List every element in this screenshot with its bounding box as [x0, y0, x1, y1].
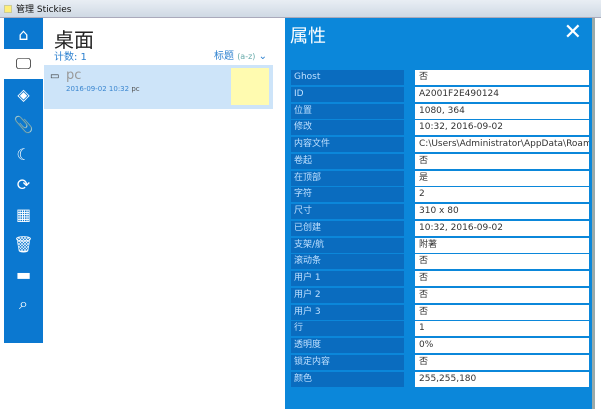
app-icon	[4, 4, 12, 13]
title-bar: 管理 Stickies	[0, 0, 601, 18]
property-row: 用户 2 否	[291, 287, 589, 303]
note-name: pc	[66, 68, 82, 83]
attachment-icon: 📎	[13, 114, 34, 134]
property-label: 在顶部	[291, 170, 404, 186]
property-value[interactable]: 否	[415, 354, 589, 370]
sidebar-item-folder[interactable]: ▬	[4, 259, 43, 289]
sidebar-item-desktop[interactable]: 🖵	[4, 49, 43, 79]
property-value[interactable]: 10:32, 2016-09-02	[415, 120, 589, 136]
sidebar-item-home[interactable]: ⌂	[4, 19, 43, 49]
property-label: 字符	[291, 187, 404, 203]
property-label: Ghost	[291, 70, 404, 85]
property-value[interactable]: 否	[415, 70, 589, 85]
property-row: 锁定内容否	[291, 354, 589, 370]
property-row: 字符 2	[291, 187, 589, 203]
property-value[interactable]: 附著	[415, 237, 589, 253]
property-value[interactable]: A2001F2E490124	[415, 86, 589, 102]
properties-panel: 属性 ✕ Ghost 否 ID A2001F2E490124 位置 1080, 364 修改…	[285, 18, 595, 409]
night-icon: ☾	[16, 144, 31, 164]
sidebar-item-layers[interactable]: ◈	[4, 79, 43, 109]
note-list-panel: 桌面 计数: 1 标题 (a-z) ⌄ ▭ pc 2016-09-02 10:3…	[43, 18, 285, 343]
property-value[interactable]: 否	[415, 304, 589, 320]
sidebar-item-search[interactable]: ⌕	[4, 289, 43, 319]
sort-dropdown[interactable]: 标题 (a-z) ⌄	[214, 47, 267, 62]
home-icon: ⌂	[18, 24, 29, 44]
property-label: 卷起	[291, 153, 404, 169]
properties-title: 属性	[290, 26, 326, 47]
property-value[interactable]: 否	[415, 254, 589, 270]
property-label: 位置	[291, 103, 404, 119]
property-value[interactable]: 0%	[415, 338, 589, 353]
note-meta: 2016-09-02 10:32 pc	[66, 85, 140, 93]
property-value[interactable]: 255,255,180	[415, 371, 589, 387]
property-value[interactable]: 1	[415, 321, 589, 337]
property-row: 支架/航 附著	[291, 237, 589, 253]
window-title: 管理 Stickies	[16, 5, 72, 15]
property-row: 滚动条否	[291, 254, 589, 270]
property-row: 修改 10:32, 2016-09-02	[291, 120, 589, 136]
property-value[interactable]: 2	[415, 187, 589, 203]
property-label: 支架/航	[291, 237, 404, 253]
note-date: 2016-09-02 10:32	[66, 85, 130, 93]
desktop-icon: 🖵	[15, 54, 32, 73]
property-label: 内容文件	[291, 137, 404, 152]
property-row: 透明度 0%	[291, 338, 589, 353]
property-row: 颜色 255,255,180	[291, 371, 589, 387]
sort-label: 标题	[214, 51, 234, 62]
note-thumbnail	[231, 68, 269, 105]
folder-icon: ▬	[15, 264, 32, 284]
property-label: 已创建	[291, 220, 404, 236]
property-label: 用户 1	[291, 271, 404, 286]
property-value[interactable]: C:\Users\Administrator\AppData\Roaming	[415, 137, 589, 152]
property-label: ID	[291, 86, 404, 102]
property-label: 修改	[291, 120, 404, 136]
property-label: 锁定内容	[291, 354, 404, 370]
property-value[interactable]: 310 x 80	[415, 204, 589, 219]
sidebar: ⌂ 🖵 ◈ 📎 ☾ ⟳ ▦ 🗑 ▬ ⌕	[4, 18, 43, 343]
list-item[interactable]: ▭ pc 2016-09-02 10:32 pc	[44, 65, 273, 109]
property-label: 滚动条	[291, 254, 404, 270]
property-row: 位置 1080, 364	[291, 103, 589, 119]
sidebar-item-trash[interactable]: 🗑	[4, 229, 43, 259]
property-value[interactable]: 否	[415, 271, 589, 286]
property-row: 已创建 10:32, 2016-09-02	[291, 220, 589, 236]
layers-icon: ◈	[17, 84, 30, 104]
property-value[interactable]: 否	[415, 153, 589, 169]
close-icon[interactable]: ✕	[564, 20, 582, 45]
property-value[interactable]: 是	[415, 170, 589, 186]
sort-order: (a-z)	[237, 52, 256, 61]
property-row: 卷起否	[291, 153, 589, 169]
property-value[interactable]: 否	[415, 287, 589, 303]
property-value[interactable]: 1080, 364	[415, 103, 589, 119]
repeat-icon: ⟳	[16, 174, 31, 194]
property-label: 行	[291, 321, 404, 337]
property-value[interactable]: 10:32, 2016-09-02	[415, 220, 589, 236]
sidebar-item-night[interactable]: ☾	[4, 139, 43, 169]
property-label: 用户 2	[291, 287, 404, 303]
sidebar-item-repeat[interactable]: ⟳	[4, 169, 43, 199]
property-row: 内容文件 C:\Users\Administrator\AppData\Roami…	[291, 137, 589, 152]
property-row: 行1	[291, 321, 589, 337]
note-host: pc	[131, 85, 140, 93]
sidebar-item-attachment[interactable]: 📎	[4, 109, 43, 139]
property-label: 颜色	[291, 371, 404, 387]
note-count: 计数: 1	[54, 52, 87, 63]
chevron-down-icon: ⌄	[258, 51, 267, 62]
calendar-icon: ▦	[15, 204, 32, 224]
property-label: 透明度	[291, 338, 404, 353]
search-icon: ⌕	[19, 294, 28, 313]
property-row: Ghost 否	[291, 70, 589, 85]
property-label: 用户 3	[291, 304, 404, 320]
property-row: ID A2001F2E490124	[291, 86, 589, 102]
trash-icon: 🗑	[13, 234, 34, 254]
property-row: 用户 1 否	[291, 271, 589, 286]
property-row: 尺寸 310 x 80	[291, 204, 589, 219]
property-label: 尺寸	[291, 204, 404, 219]
sidebar-item-calendar[interactable]: ▦	[4, 199, 43, 229]
property-row: 在顶部是	[291, 170, 589, 186]
monitor-icon: ▭	[50, 71, 60, 82]
property-row: 用户 3 否	[291, 304, 589, 320]
